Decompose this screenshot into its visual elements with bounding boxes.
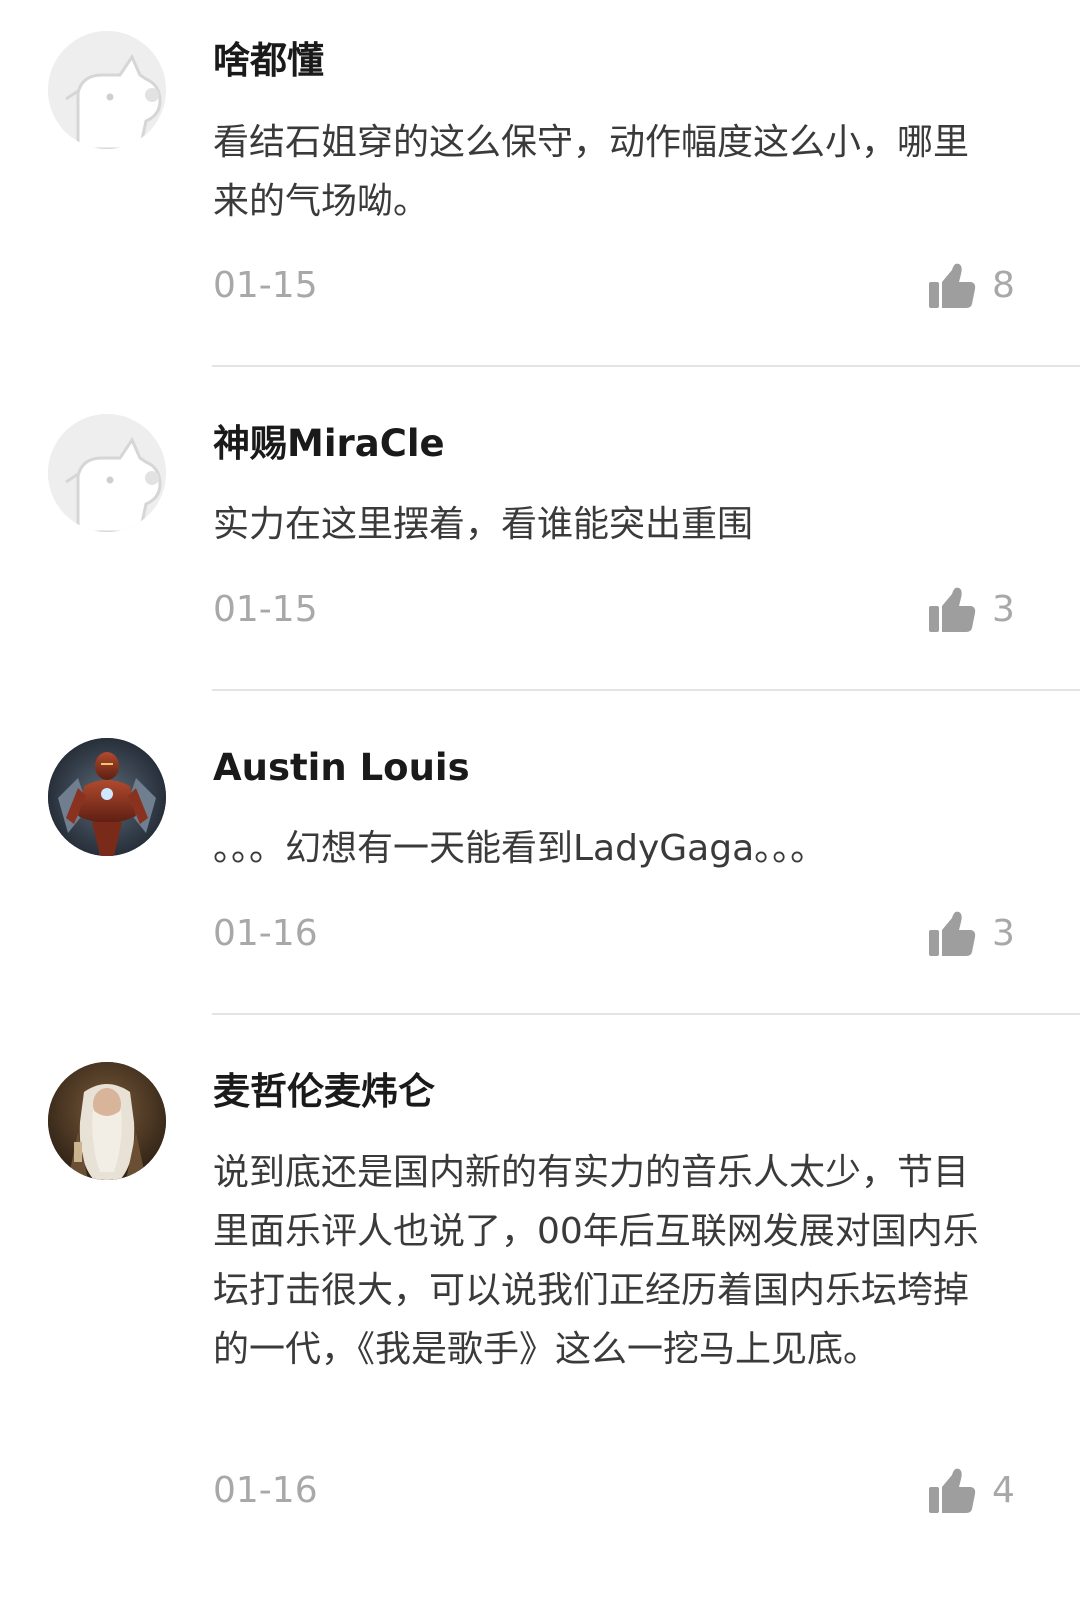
username[interactable]: 神赐MiraCle — [213, 420, 445, 468]
divider — [212, 365, 1080, 367]
divider — [212, 689, 1080, 691]
comment-text: 说到底还是国内新的有实力的音乐人太少，节目里面乐评人也说了，00年后互联网发展对… — [213, 1152, 979, 1370]
thumbs-up-icon — [929, 587, 976, 632]
comment-date: 01-15 — [213, 589, 318, 630]
username[interactable]: Austin Louis — [213, 744, 470, 792]
comment-date: 01-15 — [213, 265, 318, 306]
comment-text: 。。。幻想有一天能看到LadyGaga。。。 — [213, 828, 827, 869]
thumbs-up-icon — [929, 1468, 976, 1513]
like-button[interactable]: 3 — [926, 910, 1015, 958]
default-dog-avatar-icon — [48, 31, 166, 149]
like-count: 3 — [992, 589, 1015, 630]
comment-date: 01-16 — [213, 1470, 318, 1511]
wizard-photo-avatar-icon — [48, 1062, 166, 1180]
like-button[interactable]: 4 — [926, 1467, 1015, 1515]
avatar[interactable] — [48, 31, 166, 149]
comment-text: 实力在这里摆着，看谁能突出重围 — [213, 504, 754, 545]
like-button[interactable]: 8 — [926, 262, 1015, 310]
username[interactable]: 麦哲伦麦炜仑 — [213, 1068, 435, 1116]
comment-date: 01-16 — [213, 913, 318, 954]
like-button[interactable]: 3 — [926, 586, 1015, 634]
like-count: 3 — [992, 913, 1015, 954]
ironman-photo-avatar-icon — [48, 738, 166, 856]
comment-text: 看结石姐穿的这么保守，动作幅度这么小，哪里来的气场呦。 — [213, 122, 970, 222]
avatar[interactable] — [48, 1062, 166, 1180]
avatar[interactable] — [48, 414, 166, 532]
like-count: 8 — [992, 265, 1015, 306]
like-count: 4 — [992, 1470, 1015, 1511]
thumbs-up-icon — [929, 263, 976, 308]
divider — [212, 1013, 1080, 1015]
thumbs-up-icon — [929, 911, 976, 956]
default-dog-avatar-icon — [48, 414, 166, 532]
username[interactable]: 啥都懂 — [213, 37, 324, 85]
avatar[interactable] — [48, 738, 166, 856]
